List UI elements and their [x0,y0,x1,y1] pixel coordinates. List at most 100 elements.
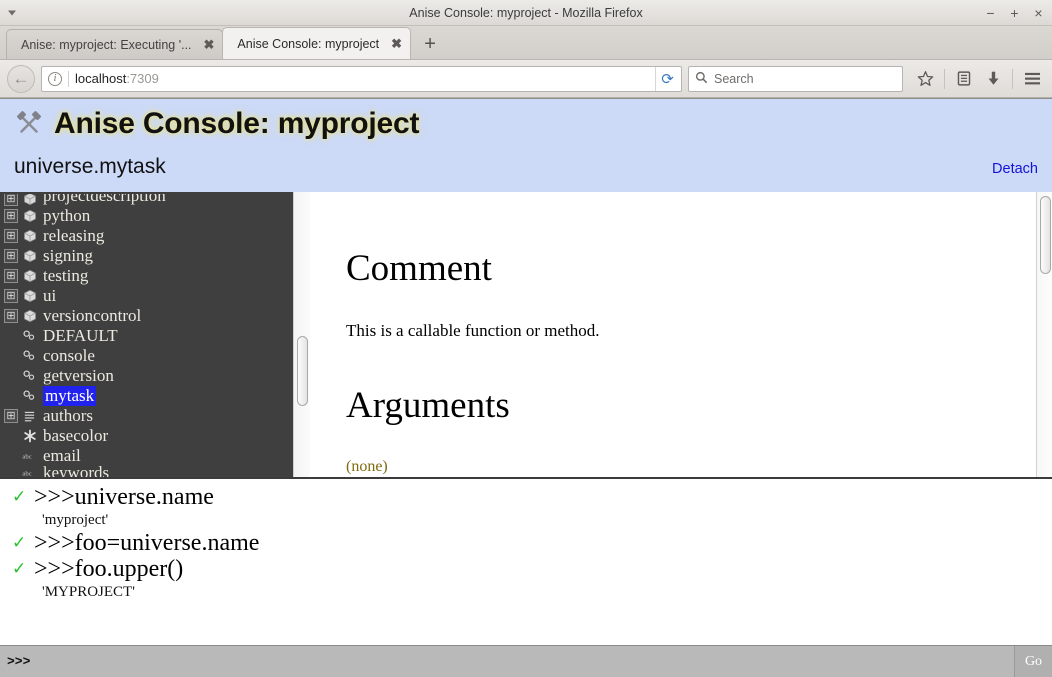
tree-item-clipped-top[interactable]: ⊞ projectdescription [0,194,310,206]
gears-icon [21,329,38,343]
expander-icon[interactable]: ⊞ [4,409,18,423]
expander-icon[interactable]: ⊞ [4,269,18,283]
gears-icon [21,369,38,383]
expander-placeholder [4,349,18,363]
search-bar[interactable]: Search [688,65,903,92]
window-title: Anise Console: myproject - Mozilla Firef… [409,5,643,20]
tree-item-label: getversion [43,366,114,385]
tree-item-mytask[interactable]: mytask [0,386,310,406]
expander-icon[interactable]: ⊞ [4,229,18,243]
tree-item-ui[interactable]: ⊞ ui [0,286,310,306]
tree-item-signing[interactable]: ⊞ signing [0,246,310,266]
expander-icon[interactable]: ⊞ [4,289,18,303]
comment-heading: Comment [346,248,492,289]
success-check-icon: ✓ [12,533,27,552]
tree-item-label: testing [43,266,89,285]
toolbar-divider [1012,68,1013,89]
crossed-hammers-icon [14,109,44,139]
close-icon[interactable]: ✖ [391,37,402,50]
bookmark-star-icon[interactable] [912,66,938,92]
package-icon [21,209,38,223]
window-controls: − + × [984,6,1045,20]
tree-item-basecolor[interactable]: basecolor [0,426,310,446]
detach-link[interactable]: Detach [992,161,1038,177]
tab-anise-console[interactable]: Anise Console: myproject ✖ [222,27,412,59]
asterisk-icon [21,429,38,443]
app-subheader: universe.mytask Detach [14,155,1038,179]
expander-placeholder [4,429,18,443]
tree-item-authors[interactable]: ⊞ authors [0,406,310,426]
console-input-bar: >>> Go [0,645,1052,677]
search-icon [695,71,708,87]
tree-item-label: signing [43,246,94,265]
expander-icon[interactable]: ⊞ [4,194,18,206]
gears-icon [21,389,38,403]
expander-icon[interactable]: ⊞ [4,249,18,263]
maximize-button[interactable]: + [1008,6,1021,20]
url-text: localhost:7309 [75,71,159,86]
expander-icon[interactable]: ⊞ [4,309,18,323]
console-entry: ✓ >>>foo.upper() [0,556,1052,582]
reload-icon[interactable]: ⟳ [655,66,679,91]
tree-item-console[interactable]: console [0,346,310,366]
window-titlebar: Anise Console: myproject - Mozilla Firef… [0,0,1052,26]
tree-item-testing[interactable]: ⊞ testing [0,266,310,286]
tree-item-label: mytask [43,386,97,406]
minimize-button[interactable]: − [984,6,997,20]
new-tab-button[interactable]: + [415,29,445,59]
identity-info-icon[interactable]: i [48,71,62,86]
tree-item-label: projectdescription [43,194,166,205]
app-title-row: Anise Console: myproject [14,107,1038,141]
tree-item-label: ui [43,286,57,305]
console-prompt-label: >>> [7,654,31,669]
close-button[interactable]: × [1032,6,1045,20]
tree-item-python[interactable]: ⊞ python [0,206,310,226]
expander-icon[interactable]: ⊞ [4,209,18,223]
url-port: :7309 [126,71,159,86]
svg-text:abc: abc [22,454,31,461]
comment-text: This is a callable function or method. [346,321,600,340]
tree-item-versioncontrol[interactable]: ⊞ versioncontrol [0,306,310,326]
go-button[interactable]: Go [1014,646,1052,677]
expander-placeholder [4,449,18,463]
tree-item-releasing[interactable]: ⊞ releasing [0,226,310,246]
documentation-scrollbar-thumb[interactable] [1040,196,1051,274]
tree-item-label: console [43,346,95,365]
abc-icon: abc [21,450,38,462]
download-arrow-icon[interactable] [980,66,1006,92]
console-output: ✓ >>>universe.name 'myproject' ✓ >>>foo=univ… [0,479,1052,645]
console-result: 'myproject' [42,512,109,528]
console-entry: ✓ >>>foo=universe.name [0,530,1052,556]
library-icon[interactable] [951,66,977,92]
tree-item-default[interactable]: DEFAULT [0,326,310,346]
package-icon [21,269,38,283]
app-header: Anise Console: myproject universe.mytask… [0,99,1052,192]
tree-item-email[interactable]: abc email [0,446,310,466]
list-icon [21,410,38,423]
url-host: localhost [75,71,127,86]
expander-placeholder [4,389,18,403]
console-panel: ✓ >>>universe.name 'myproject' ✓ >>>foo=univ… [0,477,1052,677]
tree-item-getversion[interactable]: getversion [0,366,310,386]
tab-strip: Anise: myproject: Executing '... ✖ Anise… [0,26,1052,60]
hamburger-menu-icon[interactable] [1019,66,1045,92]
url-divider [68,70,69,87]
tree-item-label: authors [43,406,94,425]
firefox-window: Anise Console: myproject - Mozilla Firef… [0,0,1052,677]
console-command: >>>foo.upper() [34,556,184,582]
sidebar-scrollbar-thumb[interactable] [297,336,308,406]
url-bar[interactable]: i localhost:7309 ⟳ [41,65,682,92]
arguments-heading: Arguments [346,385,510,426]
tree-item-label: basecolor [43,426,109,445]
window-menu-arrow-icon[interactable] [8,10,16,15]
expander-placeholder [4,369,18,383]
package-icon [21,289,38,303]
console-input[interactable] [38,646,1014,677]
web-page: Anise Console: myproject universe.mytask… [0,98,1052,677]
page-title: Anise Console: myproject [54,107,420,140]
back-button[interactable]: ← [7,64,35,93]
tab-anise-executing[interactable]: Anise: myproject: Executing '... ✖ [6,29,224,59]
close-icon[interactable]: ✖ [204,38,215,51]
current-node-path: universe.mytask [14,155,166,178]
success-check-icon: ✓ [12,559,27,578]
